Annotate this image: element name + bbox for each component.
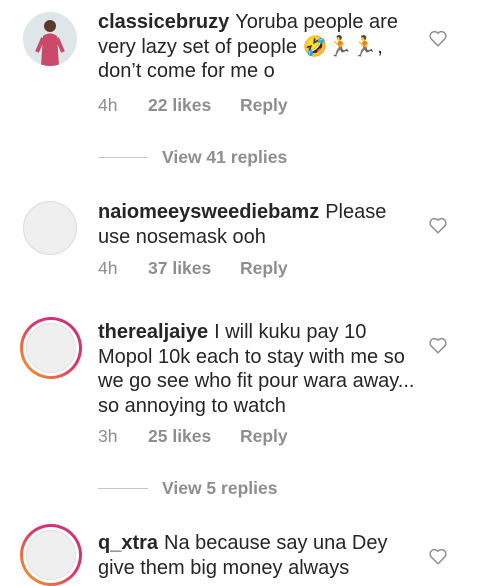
comment-time: 4h <box>98 258 118 278</box>
avatar[interactable] <box>20 317 82 379</box>
comment-text: naiomeeysweediebamz Please use nosemask o… <box>98 200 418 249</box>
comment-meta: 4h 22 likes Reply <box>98 95 288 116</box>
comment-likes[interactable]: 22 likes <box>148 95 240 116</box>
view-replies-label: View 5 replies <box>162 477 278 498</box>
comment-meta: 4h 37 likes Reply <box>98 258 288 279</box>
avatar[interactable] <box>20 524 82 586</box>
view-replies-button[interactable]: View 5 replies <box>98 478 277 498</box>
avatar-ring-gap <box>23 527 79 583</box>
comment-username[interactable]: therealjaiye <box>98 321 208 343</box>
comment-text: therealjaiye I will kuku pay 10 Mopol 10k… <box>98 320 418 418</box>
comment-username[interactable]: classicebruzy <box>98 11 229 33</box>
reply-button[interactable]: Reply <box>240 426 288 447</box>
comment-username[interactable]: naiomeeysweediebamz <box>98 201 319 223</box>
comment-meta: 3h 25 likes Reply <box>98 426 288 447</box>
avatar-ring-gap <box>23 320 79 376</box>
reply-button[interactable]: Reply <box>240 95 288 116</box>
reply-button[interactable]: Reply <box>240 258 288 279</box>
divider-line <box>98 156 148 158</box>
avatar-image <box>26 530 76 580</box>
view-replies-button[interactable]: View 41 replies <box>98 147 287 167</box>
avatar[interactable] <box>23 201 77 255</box>
divider-line <box>98 487 148 489</box>
avatar-image <box>26 323 76 373</box>
view-replies-label: View 41 replies <box>162 146 288 167</box>
comment-time: 3h <box>98 426 118 446</box>
comment-text: classicebruzy Yoruba people are very lazy… <box>98 10 418 84</box>
heart-outline-icon[interactable] <box>428 336 448 354</box>
heart-outline-icon[interactable] <box>428 216 448 234</box>
heart-outline-icon[interactable] <box>428 29 448 47</box>
avatar[interactable] <box>23 12 77 66</box>
heart-outline-icon[interactable] <box>428 547 448 565</box>
comment-time: 4h <box>98 95 118 115</box>
comment-likes[interactable]: 37 likes <box>148 258 240 279</box>
comment-likes[interactable]: 25 likes <box>148 426 240 447</box>
comment-username[interactable]: q_xtra <box>98 532 158 554</box>
comment-text: q_xtra Na because say una Dey give them b… <box>98 531 418 580</box>
avatar-photo <box>23 12 77 66</box>
